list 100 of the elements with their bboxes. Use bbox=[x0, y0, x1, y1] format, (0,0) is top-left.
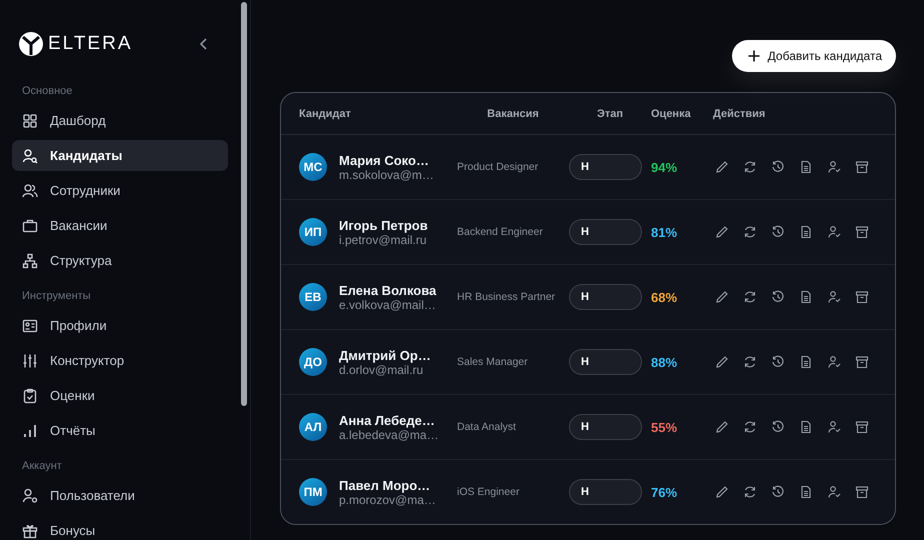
stage-dropdown[interactable]: Н bbox=[569, 154, 642, 180]
sidebar-item[interactable]: Профили bbox=[12, 310, 228, 341]
plus-icon bbox=[748, 50, 760, 62]
refresh-button[interactable] bbox=[743, 160, 757, 174]
history-button[interactable] bbox=[771, 420, 785, 434]
candidate-email: d.orlov@mail.ru bbox=[339, 362, 424, 376]
history-button[interactable] bbox=[771, 485, 785, 499]
sidebar-item[interactable]: Вакансии bbox=[12, 210, 228, 241]
column-header: Кандидат bbox=[299, 108, 352, 120]
document-button[interactable] bbox=[799, 160, 813, 174]
sidebar-item[interactable]: Дашборд bbox=[12, 105, 228, 136]
document-button[interactable] bbox=[799, 355, 813, 369]
edit-button[interactable] bbox=[715, 225, 729, 239]
candidate-name: Анна Лебеде… bbox=[339, 412, 436, 428]
candidate-email: e.volkova@mail… bbox=[339, 298, 436, 312]
avatar: ДО bbox=[299, 348, 327, 376]
assign-user-button[interactable] bbox=[827, 355, 841, 369]
chevron-left-icon[interactable] bbox=[200, 38, 208, 50]
history-button[interactable] bbox=[771, 355, 785, 369]
column-header: Этап bbox=[596, 108, 624, 120]
candidate-email: p.morozov@ma… bbox=[339, 492, 436, 506]
score-text: 81% bbox=[651, 224, 678, 240]
vacancy-text: Sales Manager bbox=[457, 356, 529, 368]
sidebar-item[interactable]: Структура bbox=[12, 245, 228, 276]
sidebar-item[interactable]: Кандидаты bbox=[12, 140, 228, 171]
grid-icon bbox=[22, 112, 38, 128]
avatar: МС bbox=[299, 153, 327, 181]
sliders-icon bbox=[22, 352, 38, 368]
section-label: Основное bbox=[21, 84, 74, 99]
refresh-button[interactable] bbox=[743, 225, 757, 239]
vacancy-text: HR Business Partner bbox=[457, 291, 556, 303]
edit-button[interactable] bbox=[715, 485, 729, 499]
gift-icon bbox=[22, 522, 38, 538]
archive-button[interactable] bbox=[855, 355, 869, 369]
logo-text: ELTERA bbox=[48, 33, 133, 55]
assign-user-button[interactable] bbox=[827, 485, 841, 499]
add-candidate-button[interactable]: Добавить кандидата bbox=[732, 40, 896, 72]
user-search-icon bbox=[22, 148, 38, 164]
refresh-button[interactable] bbox=[743, 355, 757, 369]
archive-button[interactable] bbox=[855, 485, 869, 499]
edit-button[interactable] bbox=[715, 160, 729, 174]
avatar: ЕВ bbox=[299, 283, 327, 311]
vacancy-text: iOS Engineer bbox=[457, 486, 520, 498]
scrollbar-thumb[interactable] bbox=[241, 2, 247, 406]
score-text: 76% bbox=[651, 484, 678, 500]
score-text: 94% bbox=[651, 160, 678, 174]
candidate-name: Дмитрий Ор… bbox=[339, 348, 431, 362]
column-header: Действия bbox=[713, 108, 766, 120]
archive-button[interactable] bbox=[855, 160, 869, 174]
assign-user-button[interactable] bbox=[827, 290, 841, 304]
avatar: ИП bbox=[299, 218, 327, 246]
section-label: Инструменты bbox=[21, 289, 92, 304]
assign-user-button[interactable] bbox=[827, 160, 841, 174]
vacancy-text: Product Designer bbox=[457, 161, 540, 173]
archive-button[interactable] bbox=[855, 290, 869, 304]
score-text: 88% bbox=[651, 354, 678, 370]
vacancy-text: Backend Engineer bbox=[457, 226, 544, 238]
stage-dropdown[interactable]: Н bbox=[569, 479, 642, 505]
refresh-button[interactable] bbox=[743, 420, 757, 434]
candidate-email: i.petrov@mail.ru bbox=[339, 232, 427, 246]
document-button[interactable] bbox=[799, 225, 813, 239]
briefcase-icon bbox=[22, 218, 38, 234]
column-header: Вакансия bbox=[486, 108, 540, 120]
document-button[interactable] bbox=[799, 420, 813, 434]
column-header: Оценка bbox=[651, 108, 692, 120]
logo-icon bbox=[18, 31, 44, 57]
candidate-name: Мария Соко… bbox=[339, 152, 430, 168]
assign-user-button[interactable] bbox=[827, 420, 841, 434]
history-button[interactable] bbox=[771, 225, 785, 239]
sidebar-item[interactable]: Оценки bbox=[12, 380, 228, 411]
candidate-name: Павел Моро… bbox=[339, 478, 432, 492]
edit-button[interactable] bbox=[715, 290, 729, 304]
id-card-icon bbox=[22, 318, 38, 334]
sidebar-item[interactable]: Отчёты bbox=[12, 415, 228, 446]
refresh-button[interactable] bbox=[743, 290, 757, 304]
stage-dropdown[interactable]: Н bbox=[569, 414, 642, 440]
avatar: АЛ bbox=[299, 413, 327, 441]
candidate-email: m.sokolova@m… bbox=[339, 168, 434, 182]
archive-button[interactable] bbox=[855, 225, 869, 239]
stage-dropdown[interactable]: Н bbox=[569, 219, 642, 245]
history-button[interactable] bbox=[771, 160, 785, 174]
edit-button[interactable] bbox=[715, 420, 729, 434]
document-button[interactable] bbox=[799, 485, 813, 499]
sidebar-item[interactable]: Пользователи bbox=[12, 480, 228, 511]
bars-icon bbox=[22, 422, 38, 438]
vacancy-text: Data Analyst bbox=[457, 421, 517, 433]
score-text: 55% bbox=[651, 420, 678, 434]
history-button[interactable] bbox=[771, 290, 785, 304]
archive-button[interactable] bbox=[855, 420, 869, 434]
assign-user-button[interactable] bbox=[827, 225, 841, 239]
avatar: ПМ bbox=[299, 478, 327, 506]
document-button[interactable] bbox=[799, 290, 813, 304]
refresh-button[interactable] bbox=[743, 485, 757, 499]
users-icon bbox=[22, 182, 38, 198]
stage-dropdown[interactable]: Н bbox=[569, 349, 642, 375]
sidebar-item[interactable]: Конструктор bbox=[12, 345, 228, 376]
edit-button[interactable] bbox=[715, 355, 729, 369]
sidebar-item[interactable]: Сотрудники bbox=[12, 175, 228, 206]
sidebar-item[interactable]: Бонусы bbox=[12, 515, 228, 540]
stage-dropdown[interactable]: Н bbox=[569, 284, 642, 310]
